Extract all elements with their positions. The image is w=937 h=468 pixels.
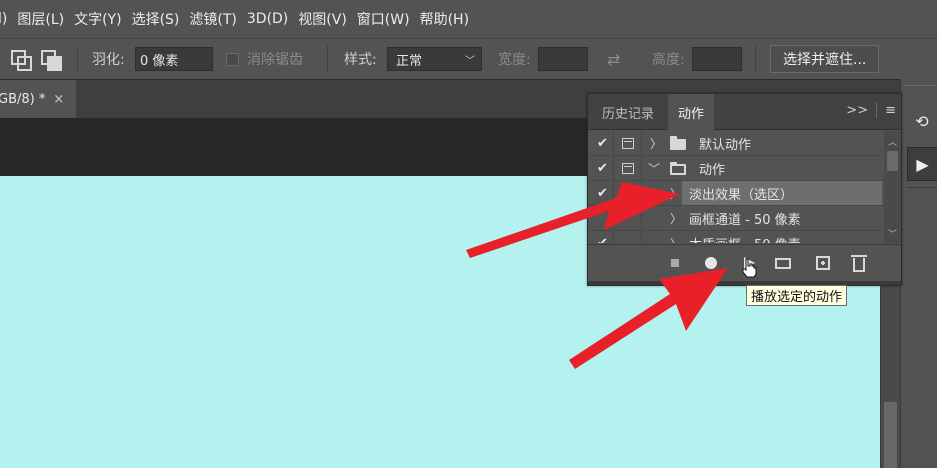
menu-window[interactable]: 窗口(W) bbox=[357, 9, 420, 29]
record-icon bbox=[705, 257, 717, 269]
scroll-down-icon[interactable]: ﹀ bbox=[887, 227, 898, 240]
toggle-check-icon[interactable]: ✔ bbox=[597, 131, 611, 156]
add-icon bbox=[816, 256, 830, 270]
divider bbox=[613, 181, 614, 206]
divider bbox=[613, 231, 614, 243]
toggle-check-icon[interactable] bbox=[597, 206, 611, 231]
width-input[interactable] bbox=[538, 47, 588, 71]
menu-view[interactable]: 视图(V) bbox=[298, 9, 357, 29]
chevron-right-icon[interactable]: 〉 bbox=[670, 206, 682, 231]
folder-icon bbox=[670, 136, 686, 150]
scrollbar-thumb[interactable] bbox=[884, 402, 897, 468]
dialog-toggle-icon[interactable] bbox=[622, 163, 634, 174]
style-select[interactable]: 正常 ﹀ bbox=[387, 47, 482, 71]
chevron-right-icon[interactable]: 〉 bbox=[670, 231, 682, 243]
dock-grip[interactable] bbox=[905, 85, 935, 89]
toggle-check-icon[interactable]: ✔ bbox=[597, 181, 611, 206]
action-list: ✔ 〉 默认动作 ✔ ﹀ 动作 ✔ 〉 淡出效果（选区） 〉 画框通道 - 50… bbox=[588, 131, 884, 243]
stop-button[interactable] bbox=[666, 254, 684, 272]
divider bbox=[327, 45, 328, 73]
subtract-selection-icon[interactable] bbox=[10, 39, 32, 79]
divider bbox=[641, 231, 642, 243]
panel-dock: ⟲ ▶ bbox=[900, 79, 937, 468]
swap-icon[interactable]: ⇄ bbox=[607, 50, 620, 69]
divider bbox=[613, 206, 614, 231]
feather-label: 羽化: bbox=[92, 52, 125, 68]
scrollbar-thumb[interactable] bbox=[887, 151, 898, 171]
action-label: 木质画框 - 50 像素 bbox=[689, 231, 801, 243]
action-set-row[interactable]: ✔ 〉 默认动作 bbox=[588, 131, 884, 156]
action-row[interactable]: 〉 画框通道 - 50 像素 bbox=[588, 206, 884, 231]
divider bbox=[755, 45, 756, 73]
divider bbox=[613, 131, 614, 156]
divider bbox=[907, 187, 937, 188]
folder-icon bbox=[775, 257, 791, 269]
toggle-check-icon[interactable]: ✔ bbox=[597, 156, 611, 181]
divider bbox=[613, 156, 614, 181]
new-set-button[interactable] bbox=[774, 254, 792, 272]
width-label: 宽度: bbox=[498, 52, 531, 68]
dialog-toggle-icon[interactable] bbox=[622, 138, 634, 149]
tab-actions[interactable]: 动作 bbox=[668, 94, 714, 130]
delete-button[interactable] bbox=[850, 254, 868, 272]
divider bbox=[77, 45, 78, 73]
record-button[interactable] bbox=[702, 254, 720, 272]
action-set-label: 默认动作 bbox=[699, 138, 752, 153]
intersect-selection-icon[interactable] bbox=[40, 39, 62, 79]
menu-bar: l) 图层(L) 文字(Y) 选择(S) 滤镜(T) 3D(D) 视图(V) 窗… bbox=[0, 0, 937, 38]
height-label: 高度: bbox=[652, 52, 685, 68]
collapse-icon[interactable]: >> bbox=[846, 103, 868, 118]
new-action-button[interactable] bbox=[814, 254, 832, 272]
style-select-value: 正常 bbox=[396, 53, 423, 69]
style-label: 样式: bbox=[344, 52, 377, 68]
antialias-checkbox[interactable] bbox=[226, 52, 239, 66]
menu-select[interactable]: 选择(S) bbox=[132, 9, 190, 29]
action-label: 画框通道 - 50 像素 bbox=[689, 213, 801, 228]
chevron-right-icon[interactable]: 〉 bbox=[670, 181, 682, 206]
document-tab-title: GB/8) * bbox=[0, 92, 46, 107]
divider bbox=[876, 102, 878, 118]
toggle-check-icon[interactable]: ✔ bbox=[597, 231, 611, 243]
divider bbox=[641, 206, 642, 231]
tab-history[interactable]: 历史记录 bbox=[588, 94, 668, 130]
action-label: 淡出效果（选区） bbox=[689, 188, 794, 203]
chevron-down-icon[interactable]: ﹀ bbox=[648, 156, 660, 181]
divider bbox=[641, 156, 642, 181]
trash-icon bbox=[851, 254, 867, 272]
feather-input[interactable]: 0 像素 bbox=[135, 47, 213, 71]
panel-menu-icon[interactable]: ≡ bbox=[885, 103, 896, 118]
menu-type[interactable]: 文字(Y) bbox=[74, 9, 131, 29]
chevron-right-icon[interactable]: 〉 bbox=[650, 131, 662, 156]
height-input[interactable] bbox=[692, 47, 742, 71]
menu-edit[interactable]: l) bbox=[0, 11, 17, 27]
menu-help[interactable]: 帮助(H) bbox=[420, 9, 479, 29]
action-row[interactable]: ✔ 〉 木质画框 - 50 像素 bbox=[588, 231, 884, 243]
stop-icon bbox=[671, 259, 679, 267]
scroll-up-icon[interactable]: ︿ bbox=[887, 135, 898, 148]
action-set-row[interactable]: ✔ ﹀ 动作 bbox=[588, 156, 884, 181]
action-row[interactable]: ✔ 〉 淡出效果（选区） bbox=[588, 181, 884, 206]
document-tab[interactable]: GB/8) * × bbox=[0, 80, 76, 119]
action-list-scrollbar[interactable]: ︿ ﹀ bbox=[884, 131, 901, 243]
options-bar: 羽化: 0 像素 消除锯齿 样式: 正常 ﹀ 宽度: ⇄ 高度: 选择并遮住..… bbox=[0, 38, 937, 78]
action-set-label: 动作 bbox=[699, 163, 726, 178]
chevron-down-icon: ﹀ bbox=[465, 55, 475, 67]
history-panel-icon[interactable]: ⟲ bbox=[911, 109, 933, 133]
menu-filter[interactable]: 滤镜(T) bbox=[189, 9, 246, 29]
panel-tabs: 历史记录 动作 >> ≡ bbox=[588, 94, 901, 130]
dialog-toggle-icon[interactable] bbox=[622, 188, 634, 199]
divider bbox=[641, 131, 642, 156]
close-icon[interactable]: × bbox=[53, 92, 64, 107]
panel-resize-bar[interactable] bbox=[588, 281, 901, 285]
menu-3d[interactable]: 3D(D) bbox=[247, 11, 298, 27]
antialias-label: 消除锯齿 bbox=[247, 52, 303, 68]
menu-layer[interactable]: 图层(L) bbox=[17, 9, 74, 29]
divider bbox=[641, 181, 642, 206]
select-and-mask-button[interactable]: 选择并遮住... bbox=[770, 45, 880, 73]
hand-cursor-icon bbox=[742, 258, 757, 278]
actions-panel-icon[interactable]: ▶ bbox=[907, 147, 937, 181]
folder-open-icon bbox=[670, 162, 686, 175]
play-tooltip: 播放选定的动作 bbox=[746, 285, 848, 306]
